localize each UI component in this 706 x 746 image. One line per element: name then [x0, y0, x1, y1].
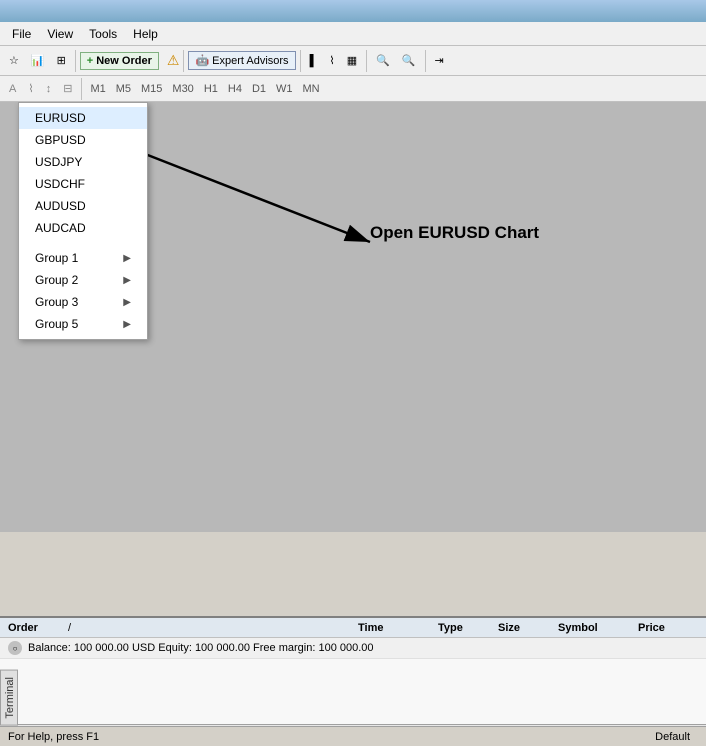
group2-label: Group 2 [35, 273, 78, 287]
new-order-icon: + [87, 55, 93, 67]
menu-tools[interactable]: Tools [81, 25, 125, 43]
col-time: Time [358, 622, 438, 634]
title-bar [0, 0, 706, 22]
col-slash: / [68, 622, 71, 634]
scroll-right-button[interactable]: ⇥ [430, 51, 449, 70]
annotation-text: Open EURUSD Chart [370, 223, 539, 242]
bar-icon: ▌ [310, 55, 318, 67]
separator-3 [300, 50, 301, 72]
group5-arrow: ▶ [123, 319, 131, 330]
symbol-dropdown-menu: EURUSD GBPUSD USDJPY USDCHF AUDUSD AUDCA… [18, 102, 148, 340]
star-icon: ☆ [9, 54, 19, 67]
col-type: Type [438, 622, 498, 634]
zoom-out-button[interactable]: 🔍 [397, 51, 421, 70]
toolbar: ☆ 📊 ⊞ + New Order ⚠ 🤖 Expert Advisors ▌ … [0, 46, 706, 76]
separator-4 [366, 50, 367, 72]
zoom-in-icon: 🔍 [376, 54, 390, 67]
dropdown-group5[interactable]: Group 5 ▶ [19, 313, 147, 335]
toolbar2-period-bar: A ⌇ ↕ ⊟ M1 M5 M15 M30 H1 H4 D1 W1 MN [0, 76, 706, 102]
toolbar-btn-4[interactable]: ▌ [305, 52, 323, 70]
separator-5 [425, 50, 426, 72]
period-m15[interactable]: M15 [137, 82, 166, 96]
toolbar-btn-6[interactable]: ▦ [342, 51, 362, 70]
period-m5[interactable]: M5 [112, 82, 135, 96]
dropdown-item-usdjpy[interactable]: USDJPY [19, 151, 147, 173]
toolbar-btn-1[interactable]: ☆ [4, 51, 24, 70]
group2-arrow: ▶ [123, 275, 131, 286]
dropdown-item-eurusd[interactable]: EURUSD [19, 107, 147, 129]
dropdown-separator [19, 239, 147, 247]
menu-bar: File View Tools Help [0, 22, 706, 46]
candle-icon: ▦ [347, 54, 357, 67]
balance-icon: ○ [8, 641, 22, 655]
status-help-text: For Help, press F1 [8, 731, 99, 743]
separator-2 [183, 50, 184, 72]
dropdown-group2[interactable]: Group 2 ▶ [19, 269, 147, 291]
dropdown-item-audusd[interactable]: AUDUSD [19, 195, 147, 217]
col-price: Price [638, 622, 698, 634]
new-order-button[interactable]: + New Order [80, 52, 159, 70]
toolbar-btn-3[interactable]: ⊞ [52, 51, 71, 70]
period-toolbar-btn1[interactable]: A [4, 80, 21, 98]
dropdown-group3[interactable]: Group 3 ▶ [19, 291, 147, 313]
period-mn[interactable]: MN [299, 82, 324, 96]
balance-row: ○ Balance: 100 000.00 USD Equity: 100 00… [0, 638, 706, 659]
col-symbol: Symbol [558, 622, 638, 634]
terminal-side-tab[interactable]: Terminal [0, 670, 18, 726]
new-order-label: New Order [96, 55, 152, 67]
group1-label: Group 1 [35, 251, 78, 265]
expert-icon: 🤖 [195, 54, 209, 67]
group3-label: Group 3 [35, 295, 78, 309]
balance-text: Balance: 100 000.00 USD Equity: 100 000.… [28, 642, 374, 654]
period-h4[interactable]: H4 [224, 82, 246, 96]
separator-p1 [81, 78, 82, 100]
separator-1 [75, 50, 76, 72]
toolbar-btn-5[interactable]: ⌇ [324, 51, 339, 70]
expert-advisors-label: Expert Advisors [212, 55, 288, 67]
bottom-columns-header: Order / Time Type Size Symbol Price [0, 618, 706, 638]
line-icon: ⌇ [329, 54, 334, 67]
dropdown-item-gbpusd[interactable]: GBPUSD [19, 129, 147, 151]
annotation-arrow: Open EURUSD Chart [140, 142, 440, 302]
group1-arrow: ▶ [123, 253, 131, 264]
period-d1[interactable]: D1 [248, 82, 270, 96]
dropdown-group1[interactable]: Group 1 ▶ [19, 247, 147, 269]
main-chart-area: EURUSD GBPUSD USDJPY USDCHF AUDUSD AUDCA… [0, 102, 706, 532]
chart-icon: 📊 [31, 54, 45, 67]
status-bar: For Help, press F1 Default [0, 726, 706, 746]
zoom-in-button[interactable]: 🔍 [371, 51, 395, 70]
grid-icon: ⊞ [57, 54, 66, 67]
zoom-out-icon: 🔍 [402, 54, 416, 67]
period-toolbar-btn2[interactable]: ⌇ [23, 79, 38, 98]
group3-arrow: ▶ [123, 297, 131, 308]
menu-view[interactable]: View [39, 25, 81, 43]
warning-icon: ⚠ [167, 52, 180, 69]
arrow-annotation: Open EURUSD Chart [140, 142, 440, 305]
dropdown-item-usdchf[interactable]: USDCHF [19, 173, 147, 195]
expert-advisors-button[interactable]: 🤖 Expert Advisors [188, 51, 295, 70]
period-m1[interactable]: M1 [86, 82, 109, 96]
menu-help[interactable]: Help [125, 25, 166, 43]
group5-label: Group 5 [35, 317, 78, 331]
menu-file[interactable]: File [4, 25, 39, 43]
toolbar-btn-2[interactable]: 📊 [26, 51, 50, 70]
bottom-content-area [0, 659, 706, 724]
dropdown-item-audcad[interactable]: AUDCAD [19, 217, 147, 239]
col-size: Size [498, 622, 558, 634]
period-m30[interactable]: M30 [168, 82, 197, 96]
period-w1[interactable]: W1 [272, 82, 297, 96]
scroll-right-icon: ⇥ [435, 54, 444, 67]
period-h1[interactable]: H1 [200, 82, 222, 96]
col-order: Order [8, 622, 68, 634]
status-default-text: Default [655, 731, 698, 743]
period-toolbar-btn4[interactable]: ⊟ [58, 79, 77, 98]
period-toolbar-btn3[interactable]: ↕ [41, 80, 57, 98]
